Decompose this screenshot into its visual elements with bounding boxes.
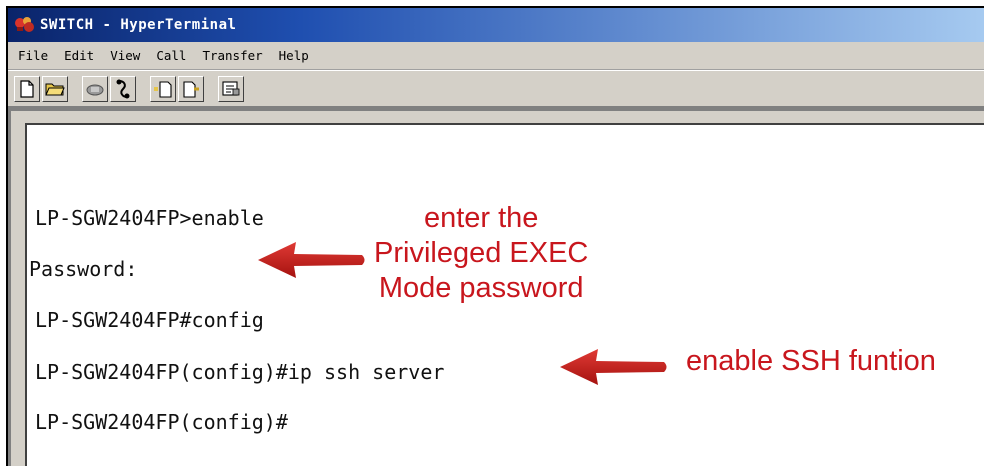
password-callout-text: enter the Privileged EXEC Mode password: [374, 201, 588, 306]
ssh-callout-text: enable SSH funtion: [686, 345, 936, 377]
new-document-icon[interactable]: [14, 75, 40, 102]
terminal-line: LP-SGW2404FP>enable: [35, 206, 264, 230]
toolbar-group-properties: [218, 74, 246, 104]
left-arrow-icon: [258, 242, 365, 278]
password-callout-line: Mode password: [378, 272, 584, 304]
toolbar-group-file: [14, 74, 70, 104]
title-bar: SWITCH - HyperTerminal: [8, 8, 984, 42]
menu-edit[interactable]: Edit: [62, 47, 96, 64]
hyperterminal-app-icon[interactable]: [14, 14, 36, 36]
properties-icon[interactable]: [218, 75, 244, 102]
password-callout-line: enter the: [423, 202, 539, 234]
receive-file-icon[interactable]: [178, 75, 204, 102]
send-file-icon[interactable]: [150, 75, 176, 102]
terminal-line: LP-SGW2404FP(config)#: [35, 410, 288, 434]
menu-file[interactable]: File: [16, 47, 50, 64]
phone-icon[interactable]: [82, 75, 108, 102]
toolbar-group-call: [82, 74, 138, 104]
left-arrow-icon: [560, 349, 667, 385]
disconnect-icon[interactable]: [110, 75, 136, 102]
terminal-line: LP-SGW2404FP(config)#ip ssh server: [35, 360, 445, 384]
toolbar-group-transfer: [150, 74, 206, 104]
menu-bar: File Edit View Call Transfer Help: [8, 42, 984, 70]
menu-view[interactable]: View: [108, 47, 142, 64]
password-callout-line: Privileged EXEC: [374, 237, 589, 269]
menu-transfer[interactable]: Transfer: [200, 47, 264, 64]
window-title: SWITCH - HyperTerminal: [40, 17, 237, 33]
toolbar: [8, 70, 984, 108]
terminal-line: LP-SGW2404FP#config: [35, 308, 264, 332]
menu-call[interactable]: Call: [154, 47, 188, 64]
menu-help[interactable]: Help: [277, 47, 311, 64]
terminal-line: Password:: [29, 257, 138, 281]
open-folder-icon[interactable]: [42, 75, 68, 102]
